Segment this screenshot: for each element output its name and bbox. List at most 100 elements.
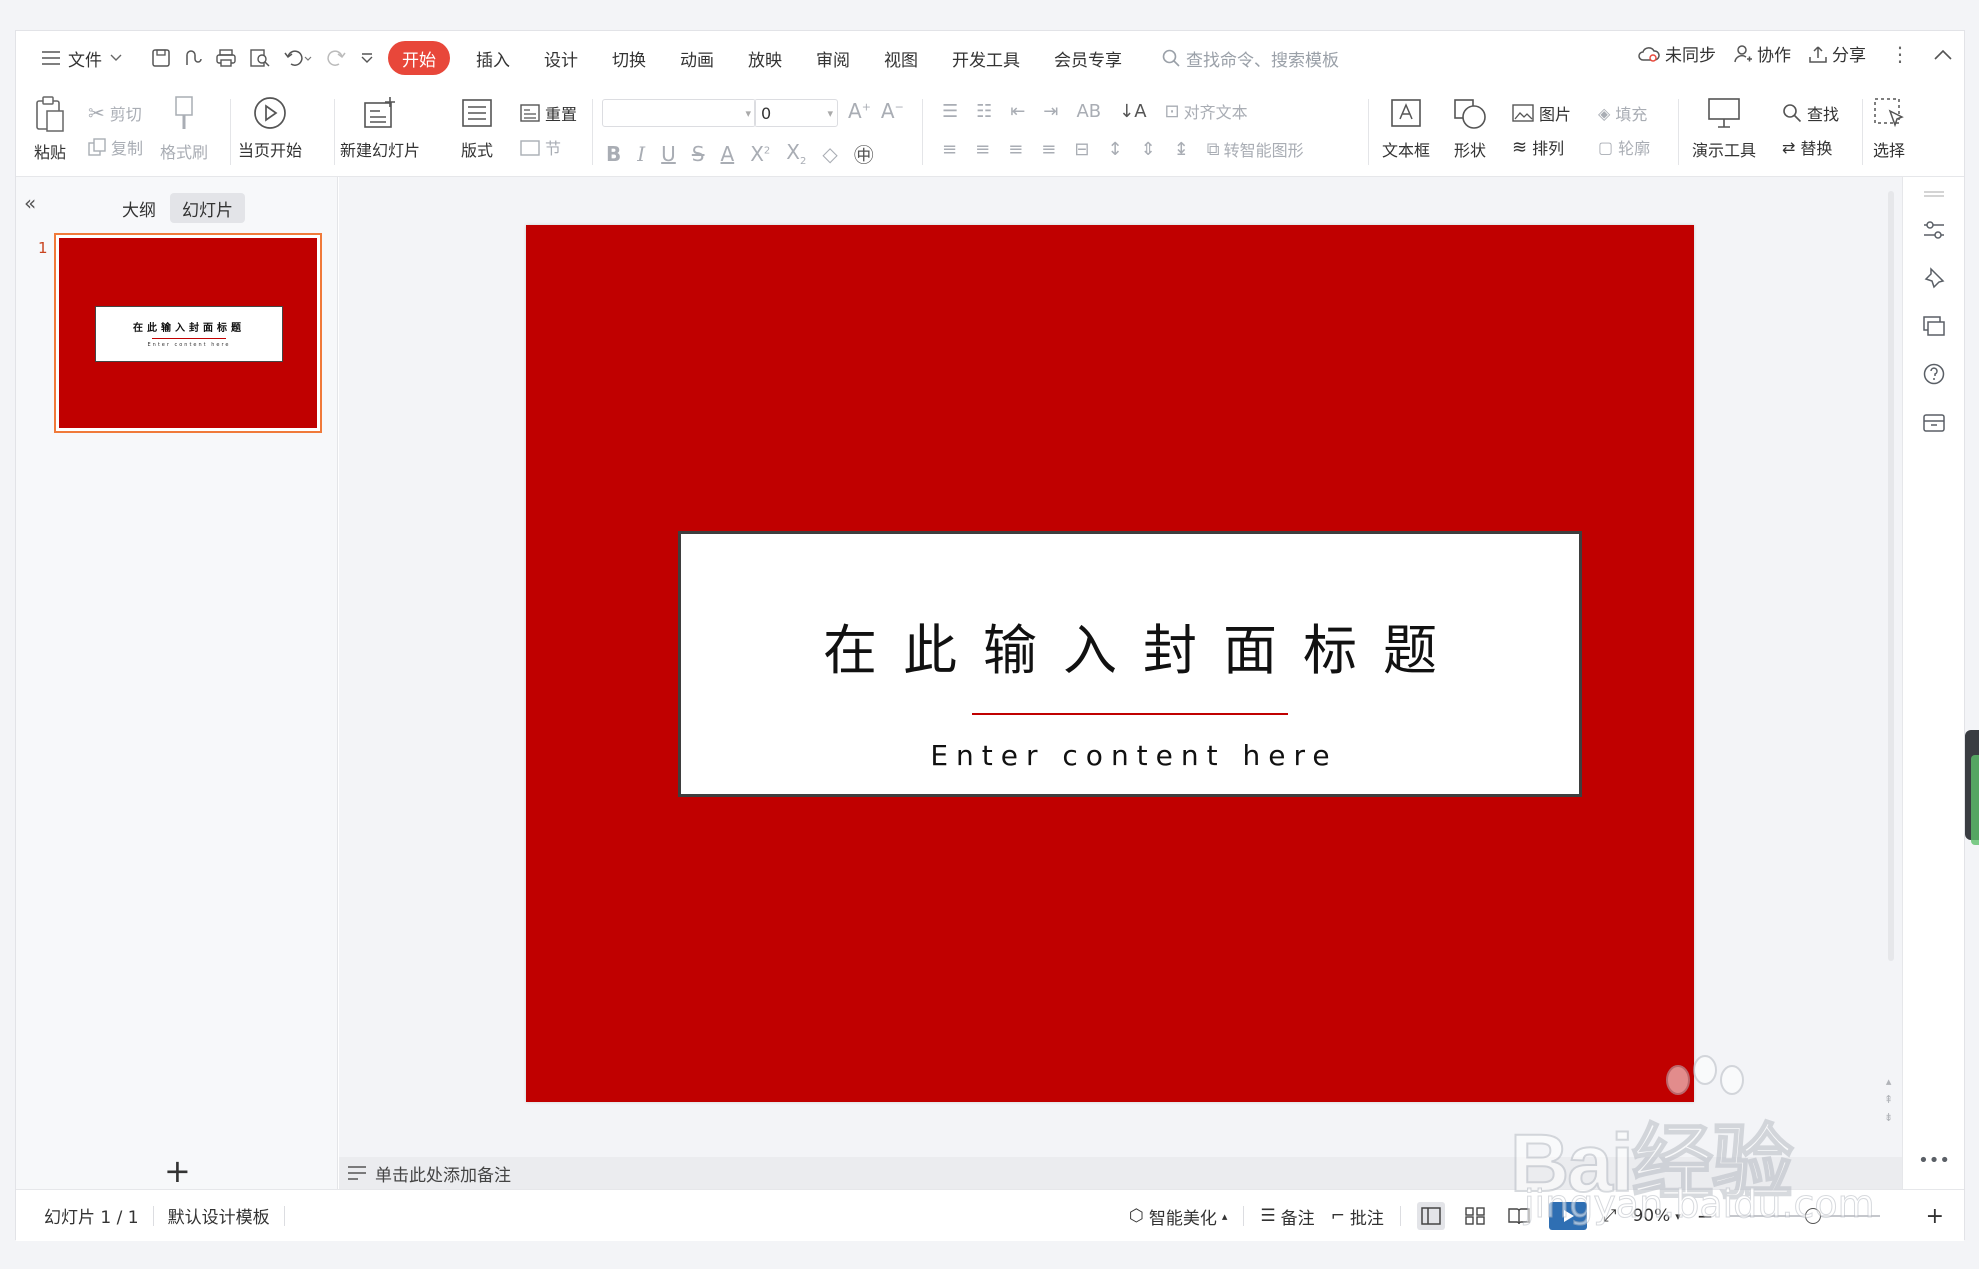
presentation-tools-button[interactable]: 演示工具: [1692, 95, 1756, 161]
increase-font-icon[interactable]: A+: [848, 99, 871, 123]
share-button[interactable]: 分享: [1809, 41, 1866, 66]
notes-bar[interactable]: 单击此处添加备注: [339, 1157, 1902, 1189]
template-name[interactable]: 默认设计模板: [154, 1203, 284, 1228]
tab-transitions[interactable]: 切换: [600, 41, 668, 75]
vertical-scrollbar[interactable]: ▴ ⇞ ⇟: [1880, 177, 1902, 1157]
decrease-font-icon[interactable]: A−: [881, 99, 904, 123]
justify-icon[interactable]: ≡: [1041, 139, 1056, 160]
tab-member[interactable]: 会员专享: [1042, 41, 1144, 75]
collapse-ribbon-icon[interactable]: [1934, 48, 1952, 60]
align-right-icon[interactable]: ≡: [1008, 139, 1023, 160]
cut-button[interactable]: ✂ 剪切: [88, 101, 142, 125]
sort-icon[interactable]: ↓A: [1119, 101, 1146, 122]
normal-view-icon[interactable]: [1416, 1202, 1445, 1230]
zoom-out-icon[interactable]: −: [1697, 1204, 1714, 1228]
column-spacing-icon[interactable]: ↨: [1174, 139, 1189, 160]
sidebar-handle-icon[interactable]: [1921, 181, 1947, 207]
tab-developer[interactable]: 开发工具: [940, 41, 1042, 75]
section-button[interactable]: 节: [520, 135, 561, 159]
export-pdf-icon[interactable]: [184, 49, 202, 67]
help-icon[interactable]: [1921, 361, 1947, 387]
picture-button[interactable]: 图片: [1512, 101, 1571, 125]
reset-button[interactable]: 重置: [520, 101, 577, 125]
undo-icon[interactable]: [284, 49, 312, 67]
reading-view-icon[interactable]: [1505, 1202, 1533, 1230]
tab-slides[interactable]: 幻灯片: [170, 193, 245, 223]
line-spacing-icon[interactable]: ↕: [1107, 139, 1122, 160]
copy-button[interactable]: 复制: [88, 135, 143, 159]
convert-smartart-button[interactable]: ⧉ 转智能图形: [1207, 137, 1304, 161]
decrease-indent-icon[interactable]: ⇤: [1010, 101, 1025, 122]
tab-home[interactable]: 开始: [388, 41, 450, 75]
title-box[interactable]: 在此输入封面标题 Enter content here: [678, 531, 1582, 797]
comments-button[interactable]: ⌐ 批注: [1331, 1204, 1384, 1229]
clear-format-icon[interactable]: ◇: [822, 142, 837, 166]
slideshow-play-icon[interactable]: [1548, 1202, 1587, 1230]
font-size-select[interactable]: 0 ▾: [754, 99, 838, 127]
tab-review[interactable]: 审阅: [804, 41, 872, 75]
fit-window-icon[interactable]: ⤢: [1603, 1206, 1617, 1226]
scroll-arrows[interactable]: ▴ ⇞ ⇟: [1884, 1073, 1893, 1127]
find-button[interactable]: 查找: [1782, 101, 1839, 125]
bold-icon[interactable]: B: [606, 142, 621, 166]
archive-icon[interactable]: [1921, 409, 1947, 435]
new-slide-button[interactable]: 新建幻灯片: [340, 95, 420, 161]
strikethrough-icon[interactable]: S: [692, 142, 705, 166]
text-direction-icon[interactable]: AB: [1076, 101, 1101, 122]
shape-button[interactable]: 形状: [1452, 95, 1488, 161]
outline-button[interactable]: ▢ 轮廓: [1598, 135, 1650, 159]
zoom-slider[interactable]: [1729, 1208, 1880, 1224]
collapse-pane-icon[interactable]: «: [24, 191, 36, 215]
print-icon[interactable]: [216, 49, 236, 67]
sync-status[interactable]: 未同步: [1638, 41, 1716, 66]
increase-indent-icon[interactable]: ⇥: [1043, 101, 1058, 122]
notes-toggle-button[interactable]: ☰ 备注: [1260, 1204, 1314, 1229]
tab-outline[interactable]: 大纲: [110, 193, 168, 223]
format-painter-button[interactable]: 格式刷: [160, 95, 208, 163]
paragraph-spacing-icon[interactable]: ⇕: [1141, 139, 1156, 160]
font-family-select[interactable]: ▾: [602, 99, 756, 127]
tab-view[interactable]: 视图: [872, 41, 940, 75]
fill-button[interactable]: ◈ 填充: [1598, 101, 1647, 125]
replace-button[interactable]: ⇄ 替换: [1782, 135, 1832, 159]
save-icon[interactable]: [152, 49, 170, 67]
paste-button[interactable]: 粘贴: [34, 95, 66, 163]
file-menu[interactable]: 文件: [32, 41, 132, 75]
phonetic-icon[interactable]: ㊥: [854, 139, 874, 168]
play-from-current-button[interactable]: 当页开始: [238, 95, 302, 161]
slide-thumbnail[interactable]: 在此输入封面标题 Enter content here: [54, 233, 322, 433]
customize-toolbar-icon[interactable]: [360, 51, 374, 65]
bullets-icon[interactable]: ☰: [942, 101, 958, 122]
slide-sorter-icon[interactable]: [1461, 1202, 1489, 1230]
align-left-icon[interactable]: ≡: [942, 139, 957, 160]
current-slide[interactable]: 在此输入封面标题 Enter content here: [526, 225, 1694, 1102]
collaborate-button[interactable]: 协作: [1734, 41, 1791, 66]
zoom-slider-knob[interactable]: [1804, 1208, 1821, 1224]
slide-switch-icon[interactable]: [1921, 313, 1947, 339]
pin-icon[interactable]: [1921, 265, 1947, 291]
print-preview-icon[interactable]: [250, 49, 270, 67]
add-slide-button[interactable]: +: [164, 1155, 191, 1187]
align-text-button[interactable]: ⊡ 对齐文本: [1165, 99, 1248, 123]
properties-icon[interactable]: [1921, 217, 1947, 243]
superscript-icon[interactable]: X2: [750, 142, 770, 166]
scrollbar-thumb[interactable]: [1888, 191, 1894, 961]
tab-slideshow[interactable]: 放映: [736, 41, 804, 75]
distribute-icon[interactable]: ⊟: [1074, 139, 1089, 160]
layout-button[interactable]: 版式: [460, 95, 494, 161]
smart-beautify-button[interactable]: ⬡ 智能美化 ▴: [1129, 1204, 1227, 1229]
textbox-button[interactable]: 文本框: [1382, 95, 1430, 161]
more-vertical-icon[interactable]: ⋮: [1884, 42, 1916, 66]
zoom-in-icon[interactable]: +: [1926, 1204, 1944, 1229]
zoom-level[interactable]: 90% ▾: [1632, 1206, 1680, 1226]
command-search[interactable]: 查找命令、搜索模板: [1162, 46, 1339, 71]
tab-animation[interactable]: 动画: [668, 41, 736, 75]
font-color-icon[interactable]: A: [721, 142, 735, 166]
arrange-button[interactable]: ≋ 排列: [1512, 135, 1564, 159]
tab-insert[interactable]: 插入: [464, 41, 532, 75]
tab-design[interactable]: 设计: [532, 41, 600, 75]
italic-icon[interactable]: I: [637, 142, 645, 166]
underline-icon[interactable]: U: [661, 142, 676, 166]
slide-subtitle[interactable]: Enter content here: [681, 739, 1579, 772]
select-button[interactable]: 选择: [1872, 95, 1906, 161]
